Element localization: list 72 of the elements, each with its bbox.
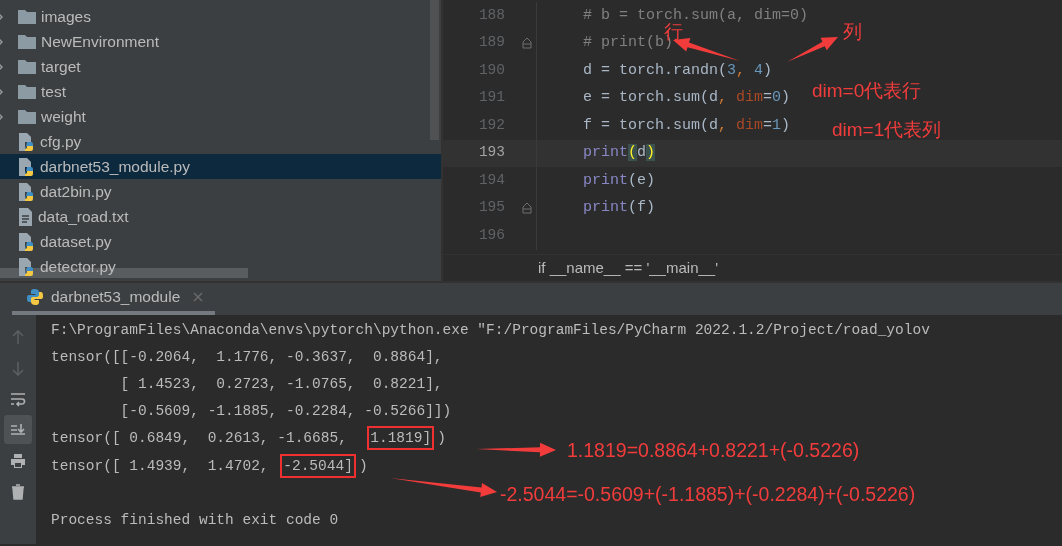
code-line: print(e): [583, 170, 656, 191]
line-number: 192: [477, 115, 505, 135]
code-line: e = torch.sum(d, dim=0): [583, 88, 791, 108]
folder-icon: [18, 9, 36, 24]
file-name: cfg.py: [40, 131, 82, 152]
line-number: 188: [477, 5, 505, 25]
annotation-text: 列: [843, 22, 862, 41]
tree-item[interactable]: weight: [0, 104, 441, 129]
tree-item[interactable]: data_road.txt: [0, 204, 441, 229]
trash-icon[interactable]: [10, 483, 26, 500]
code-line: print(f): [583, 198, 656, 218]
soft-wrap-icon[interactable]: [10, 390, 26, 407]
folder-icon: [18, 109, 36, 124]
file-name: data_road.txt: [38, 206, 129, 227]
fold-icon[interactable]: [521, 202, 532, 215]
file-name: weight: [41, 106, 86, 127]
console-line: tensor([[-0.2064, 1.1776, -0.3637, 0.8864],: [50, 347, 444, 367]
console-line: Process finished with exit code 0: [50, 511, 340, 531]
code-line: # b = torch.sum(a, dim=0): [583, 5, 809, 24]
line-number: 194: [477, 170, 505, 190]
python-file-icon: [18, 256, 35, 277]
tree-item[interactable]: darbnet53_module.py: [0, 154, 441, 179]
run-tab[interactable]: darbnet53_module: [12, 283, 216, 315]
file-name: target: [41, 56, 81, 77]
text-file-icon: [18, 206, 33, 227]
file-name: dataset.py: [40, 231, 112, 252]
folder-icon: [18, 84, 36, 99]
annotation-text: -2.5044=-0.5609+(-1.1885)+(-0.2284)+(-0.5226): [500, 485, 916, 505]
tree-item[interactable]: dataset.py: [0, 229, 441, 254]
file-name: dat2bin.py: [40, 181, 112, 202]
file-name: test: [41, 81, 66, 102]
annotation-text: dim=1代表列: [832, 120, 942, 139]
console-line: tensor([ 0.6849, 0.2613, -1.6685, 1.1819] ): [48, 428, 449, 451]
print-icon[interactable]: [10, 452, 26, 469]
tree-item[interactable]: test: [0, 79, 441, 104]
annotation-text: dim=0代表行: [812, 81, 922, 100]
line-number: 189: [477, 33, 505, 53]
file-name: images: [41, 6, 91, 27]
tree-item[interactable]: dat2bin.py: [0, 179, 441, 204]
tree-item[interactable]: NewEnvironment: [0, 29, 441, 54]
line-number: 190: [477, 60, 505, 80]
tree-item[interactable]: cfg.py: [0, 129, 441, 154]
code-line: f = torch.sum(d, dim=1): [583, 115, 791, 136]
file-name: detector.py: [40, 256, 116, 277]
console-line: F:\ProgramFiles\Anaconda\envs\pytorch\python.exe "F:/ProgramFiles/PyCharm 2022.1.2/Project/road_yolov: [50, 320, 931, 340]
python-file-icon: [18, 181, 35, 202]
close-icon[interactable]: [193, 292, 204, 302]
file-name: darbnet53_module.py: [40, 156, 190, 177]
arrow: [787, 37, 838, 62]
line-number: 193: [477, 143, 505, 163]
console-line: tensor([ 1.4939, 1.4702, -2.5044] ): [48, 455, 371, 478]
python-file-icon: [18, 231, 35, 252]
code-line: print(d): [583, 143, 656, 163]
line-number: 196: [477, 225, 505, 245]
console-line: [ 1.4523, 0.2723, -1.0765, 0.8221],: [119, 375, 444, 395]
tree-item[interactable]: detector.py: [0, 254, 441, 279]
folder-icon: [18, 34, 36, 49]
file-name: NewEnvironment: [41, 31, 160, 52]
python-file-icon: [18, 156, 35, 177]
console-line: [-0.5609, -1.1885, -0.2284, -0.5266]]): [119, 402, 453, 422]
scroll-to-end-icon[interactable]: [10, 421, 26, 438]
code-line: d = torch.randn(3, 4): [583, 60, 773, 81]
line-number: 191: [477, 88, 505, 108]
fold-icon[interactable]: [521, 37, 532, 50]
breadcrumb[interactable]: if __name__ == '__main__': [443, 254, 1062, 281]
python-file-icon: [18, 131, 35, 152]
python-icon: [26, 288, 44, 306]
annotation-text: 1.1819=0.8864+0.8221+(-0.5226): [567, 441, 860, 461]
tree-item[interactable]: target: [0, 54, 441, 79]
folder-icon: [18, 59, 36, 74]
line-number: 195: [477, 198, 505, 218]
tree-item[interactable]: images: [0, 4, 441, 29]
